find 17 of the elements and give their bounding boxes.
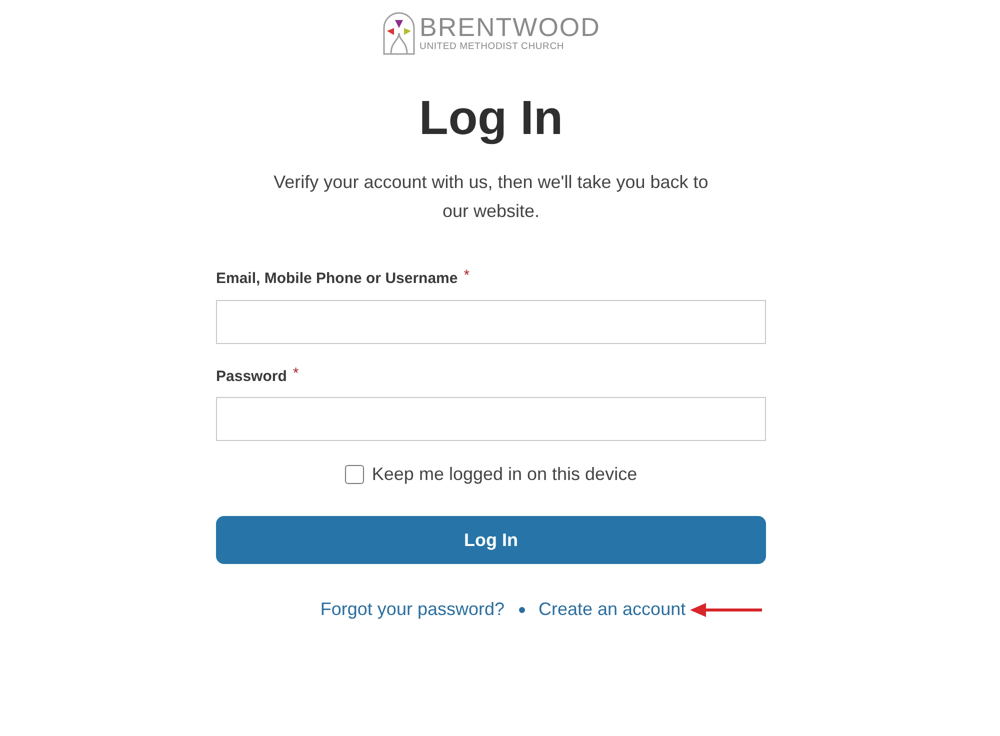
page-title: Log In [419,95,563,143]
church-window-logo-icon [382,11,416,55]
remember-checkbox[interactable] [344,465,364,484]
arrow-icon [690,602,762,616]
remember-label: Keep me logged in on this device [372,463,638,486]
link[interactable]: Forgot your password? [320,596,504,623]
input-field[interactable] [216,300,766,344]
field-label: Password [216,366,287,386]
login-button[interactable]: Log In [216,516,766,564]
logo-tagline: UNITED METHODIST CHURCH [420,42,566,52]
required-mark: * [464,268,470,283]
subtitle-text: Verify your account with us, then we'll take you back to our website. [272,171,710,223]
required-mark: * [292,366,299,380]
input-field[interactable] [216,397,766,441]
field-label: Email, Mobile Phone or Username [216,269,458,289]
link[interactable]: Create an account [538,596,686,623]
logo-name: BRENTWOOD [420,14,600,40]
